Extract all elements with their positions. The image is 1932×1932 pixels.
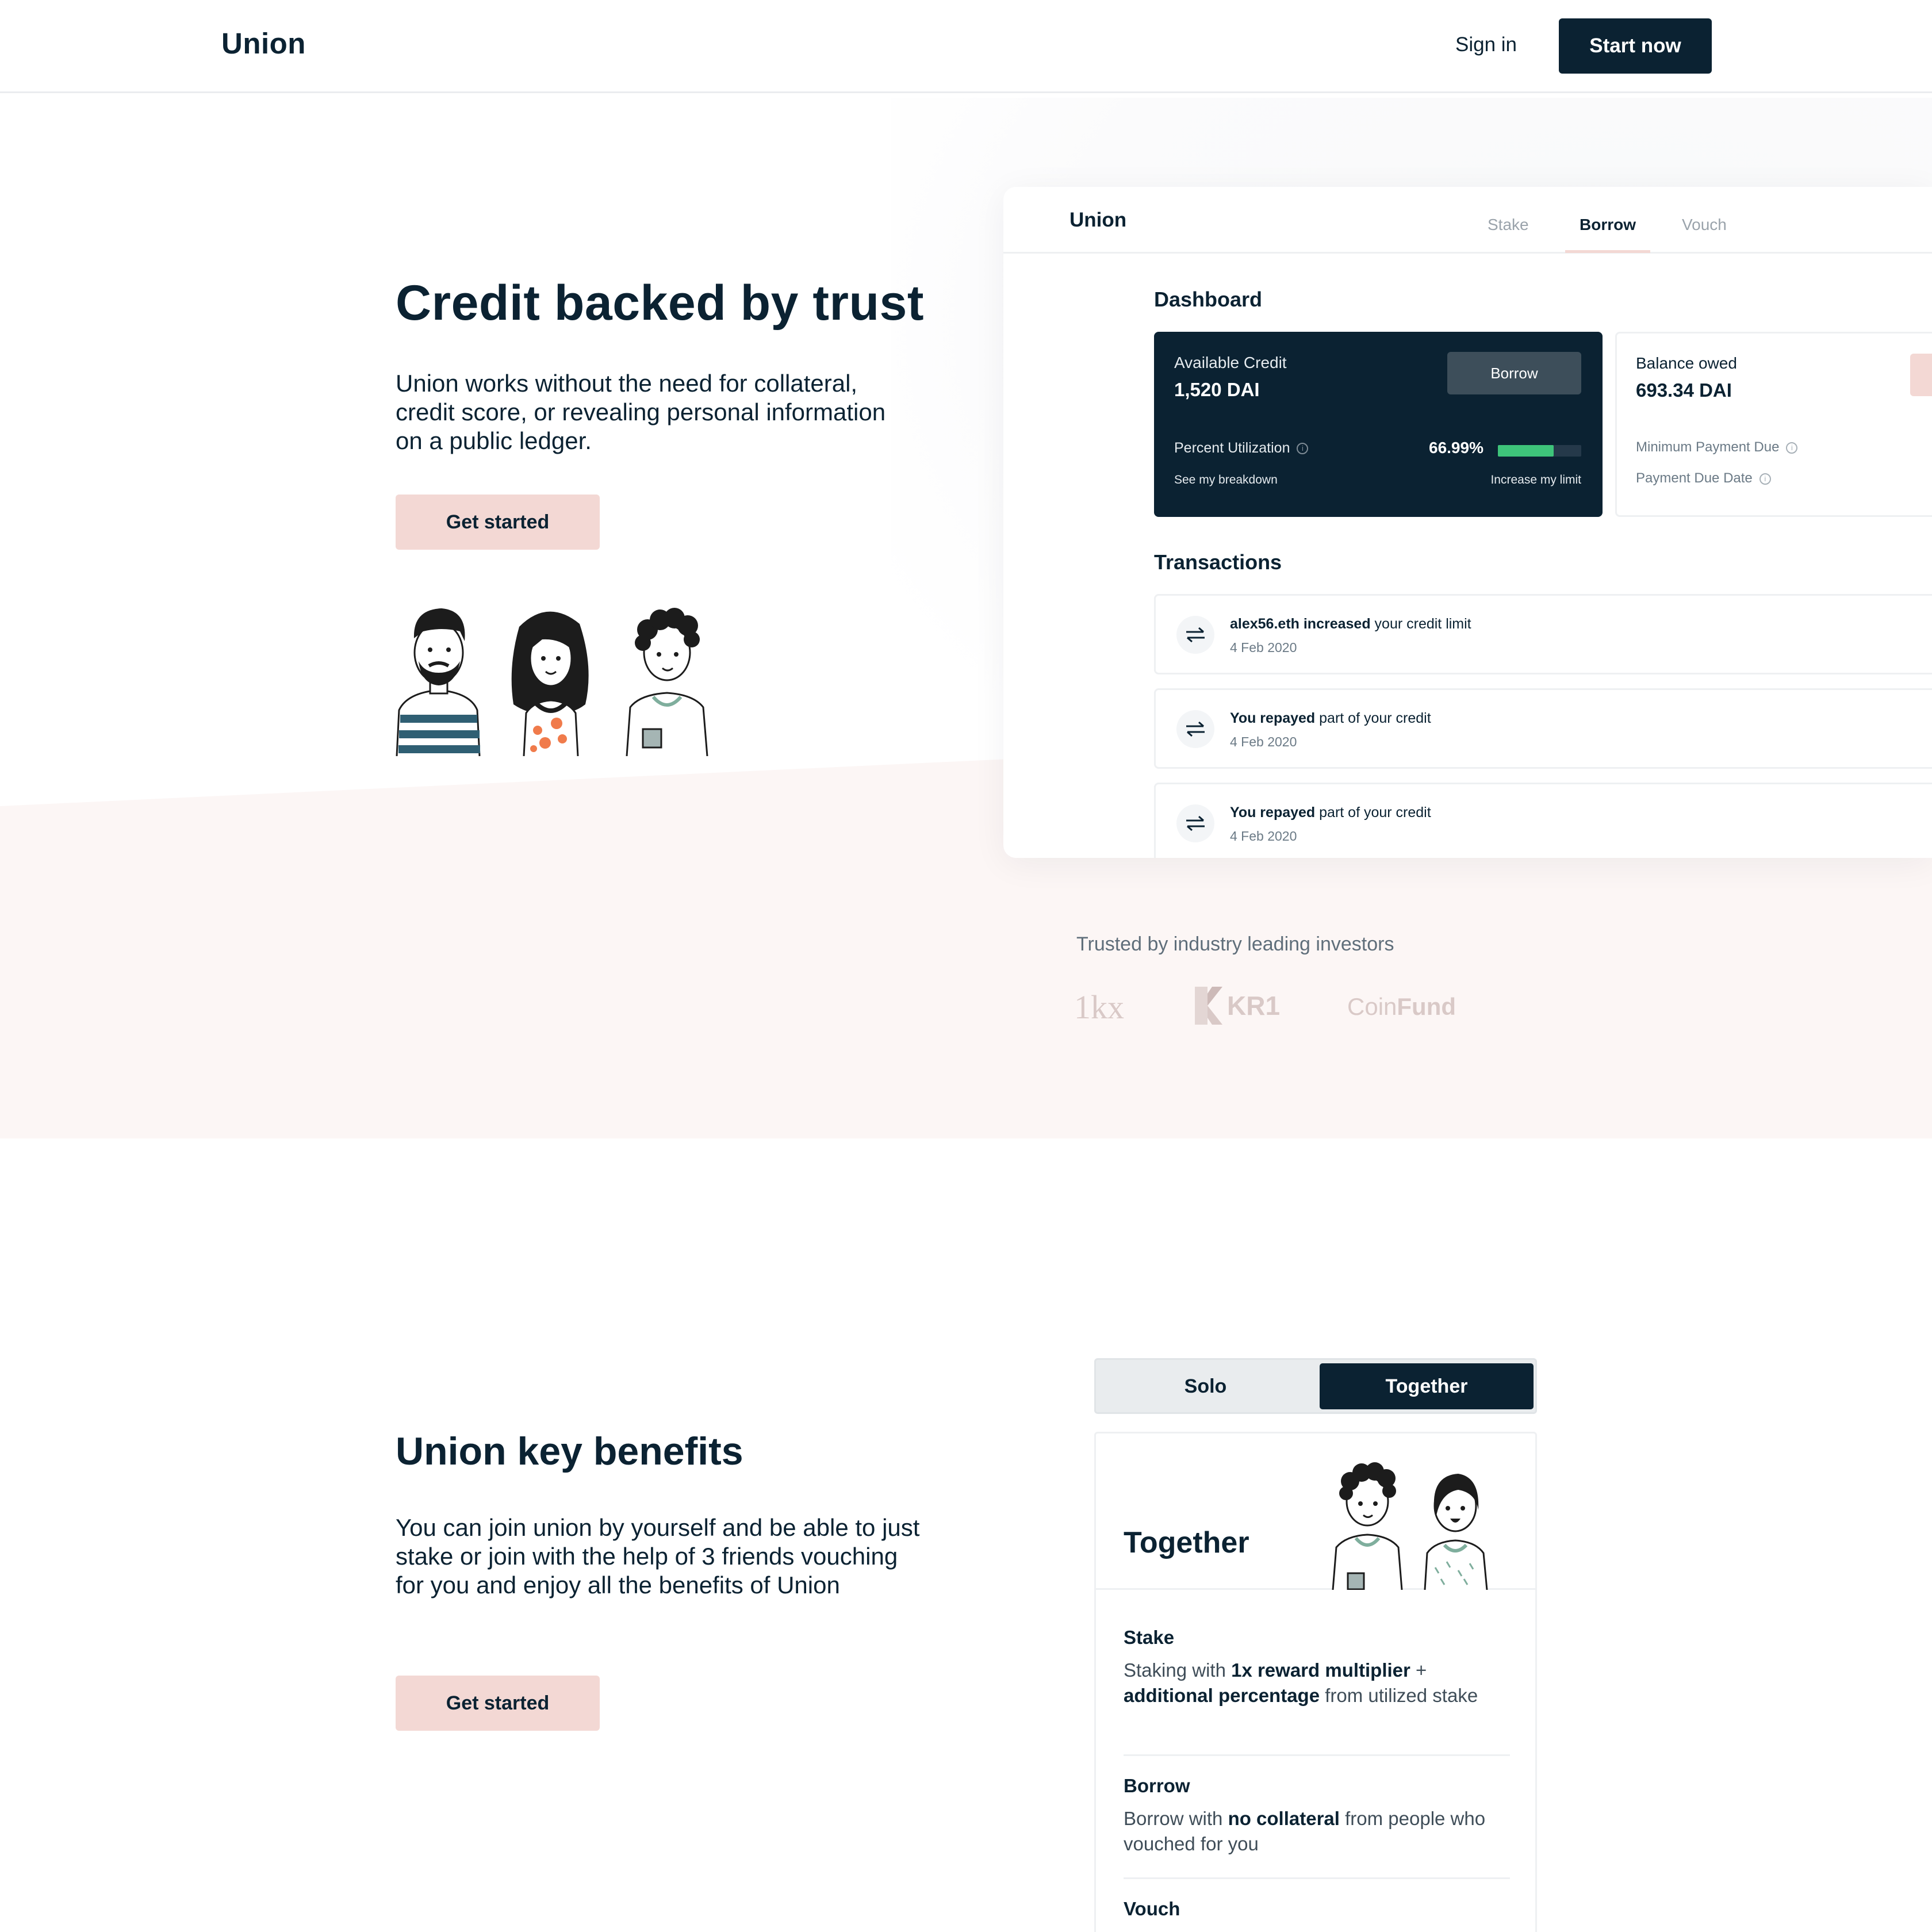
toggle-solo[interactable]: Solo — [1098, 1363, 1313, 1409]
available-credit-card: Available Credit 1,520 DAI Borrow Percen… — [1154, 332, 1603, 517]
top-nav: Union Sign in Start now — [0, 0, 1932, 93]
dashboard-logo: Union — [1070, 209, 1127, 231]
stake-text-highlight: additional percentage — [1124, 1685, 1320, 1706]
stake-benefit-text: Staking with 1x reward multiplier + addi… — [1124, 1658, 1492, 1708]
transaction-row[interactable]: You repayed part of your credit 4 Feb 20… — [1154, 783, 1932, 858]
transaction-description: You repayed part of your credit — [1230, 710, 1431, 727]
tab-stake[interactable]: Stake — [1488, 216, 1529, 234]
together-people-illustration — [1332, 1462, 1488, 1590]
balance-owed-value: 693.34 DAI — [1636, 379, 1732, 401]
benefits-title: Union key benefits — [396, 1429, 743, 1473]
transfer-arrows-icon — [1176, 804, 1214, 842]
investor-logo-1kx: 1kx — [1074, 988, 1124, 1026]
hero-subtitle: Union works without the need for collate… — [396, 370, 886, 454]
dashboard-header: Union Stake Borrow Vouch — [1003, 187, 1932, 254]
together-card-title: Together — [1124, 1526, 1249, 1559]
bearded-man-figure — [396, 608, 481, 756]
payment-due-row: Payment Due Date i — [1636, 470, 1771, 486]
kr1-wordmark: KR1 — [1227, 991, 1281, 1021]
curly-hair-man-figure — [1332, 1462, 1403, 1590]
transaction-row[interactable]: You repayed part of your credit 4 Feb 20… — [1154, 688, 1932, 769]
union-logo[interactable]: Union — [221, 26, 306, 60]
curly-hair-man-figure — [626, 608, 708, 756]
investor-logo-kr1: KR1 — [1195, 987, 1280, 1025]
people-illustration — [396, 608, 708, 756]
transactions-title: Transactions — [1154, 550, 1282, 574]
investor-logo-coinfund: CoinFund — [1347, 993, 1456, 1021]
available-credit-label: Available Credit — [1174, 354, 1287, 371]
repay-button[interactable] — [1910, 354, 1932, 396]
toggle-together[interactable]: Together — [1320, 1363, 1534, 1409]
info-icon[interactable]: i — [1297, 443, 1309, 455]
available-credit-value: 1,520 DAI — [1174, 379, 1260, 400]
percent-utilization-label: Percent Utilization — [1174, 440, 1290, 456]
transaction-date: 4 Feb 2020 — [1230, 640, 1297, 655]
divider — [1124, 1754, 1510, 1756]
hero-title: Credit backed by trust — [396, 275, 924, 331]
sign-in-link[interactable]: Sign in — [1455, 33, 1517, 56]
curly-hair-woman-figure — [511, 611, 589, 756]
transaction-row[interactable]: alex56.eth increased your credit limit 4… — [1154, 594, 1932, 674]
tab-vouch[interactable]: Vouch — [1682, 216, 1727, 234]
minimum-payment-row: Minimum Payment Due i — [1636, 439, 1798, 455]
stake-text-part: from utilized stake — [1320, 1685, 1478, 1706]
transaction-action: your credit limit — [1370, 616, 1471, 632]
transaction-action: part of your credit — [1315, 804, 1431, 821]
tab-borrow[interactable]: Borrow — [1580, 216, 1636, 234]
coinfund-wordmark-coin: Coin — [1347, 993, 1397, 1020]
info-icon[interactable]: i — [1786, 442, 1798, 454]
stake-benefit-title: Stake — [1124, 1627, 1175, 1648]
borrow-button[interactable]: Borrow — [1447, 352, 1581, 394]
transaction-date: 4 Feb 2020 — [1230, 734, 1297, 749]
info-icon[interactable]: i — [1759, 473, 1771, 485]
borrow-text-highlight: no collateral — [1228, 1808, 1340, 1829]
stake-text-highlight: 1x reward multiplier — [1231, 1659, 1410, 1681]
borrow-benefit-text: Borrow with no collateral from people wh… — [1124, 1806, 1492, 1857]
transaction-description: alex56.eth increased your credit limit — [1230, 616, 1471, 632]
vouch-benefit-title: Vouch — [1124, 1898, 1180, 1919]
see-breakdown-link[interactable]: See my breakdown — [1174, 473, 1278, 487]
transaction-action: part of your credit — [1315, 710, 1431, 726]
stake-text-part: Staking with — [1124, 1659, 1232, 1681]
transfer-arrows-icon — [1176, 710, 1214, 748]
divider — [1124, 1877, 1510, 1879]
percent-utilization-row: Percent Utilization i — [1174, 440, 1309, 457]
transaction-description: You repayed part of your credit — [1230, 804, 1431, 821]
active-tab-indicator — [1565, 250, 1650, 253]
utilization-bar-fill — [1498, 445, 1554, 457]
balance-owed-label: Balance owed — [1636, 354, 1737, 372]
transfer-arrows-icon — [1176, 616, 1214, 654]
start-now-button[interactable]: Start now — [1559, 18, 1712, 74]
stake-text-part: + — [1410, 1659, 1427, 1681]
benefits-subtitle: You can join union by yourself and be ab… — [396, 1514, 920, 1598]
kr1-mark-icon — [1195, 987, 1222, 1025]
transaction-actor: You repayed — [1230, 710, 1316, 726]
transaction-actor: alex56.eth increased — [1230, 616, 1371, 632]
get-started-button[interactable]: Get started — [396, 494, 600, 550]
transaction-actor: You repayed — [1230, 804, 1316, 821]
borrow-text-part: Borrow with — [1124, 1808, 1228, 1829]
solo-together-toggle: Solo Together — [1094, 1358, 1537, 1414]
minimum-payment-label: Minimum Payment Due — [1636, 439, 1780, 455]
balance-owed-card: Balance owed 693.34 DAI Minimum Payment … — [1615, 332, 1932, 517]
together-benefits-card: Together Stake Staking with 1x reward mu… — [1094, 1432, 1537, 1932]
borrow-benefit-title: Borrow — [1124, 1775, 1190, 1796]
short-hair-woman-figure — [1424, 1474, 1488, 1590]
dashboard-preview: Union Stake Borrow Vouch Dashboard Avail… — [1003, 187, 1932, 858]
percent-utilization-value: 66.99% — [1429, 439, 1483, 457]
investors-heading: Trusted by industry leading investors — [1076, 933, 1394, 955]
dashboard-title: Dashboard — [1154, 288, 1263, 311]
get-started-button-benefits[interactable]: Get started — [396, 1676, 600, 1731]
coinfund-wordmark-fund: Fund — [1397, 993, 1456, 1020]
utilization-bar — [1498, 445, 1581, 457]
together-card-header: Together — [1096, 1433, 1535, 1590]
increase-limit-link[interactable]: Increase my limit — [1490, 473, 1581, 487]
payment-due-label: Payment Due Date — [1636, 470, 1753, 486]
transaction-date: 4 Feb 2020 — [1230, 829, 1297, 844]
